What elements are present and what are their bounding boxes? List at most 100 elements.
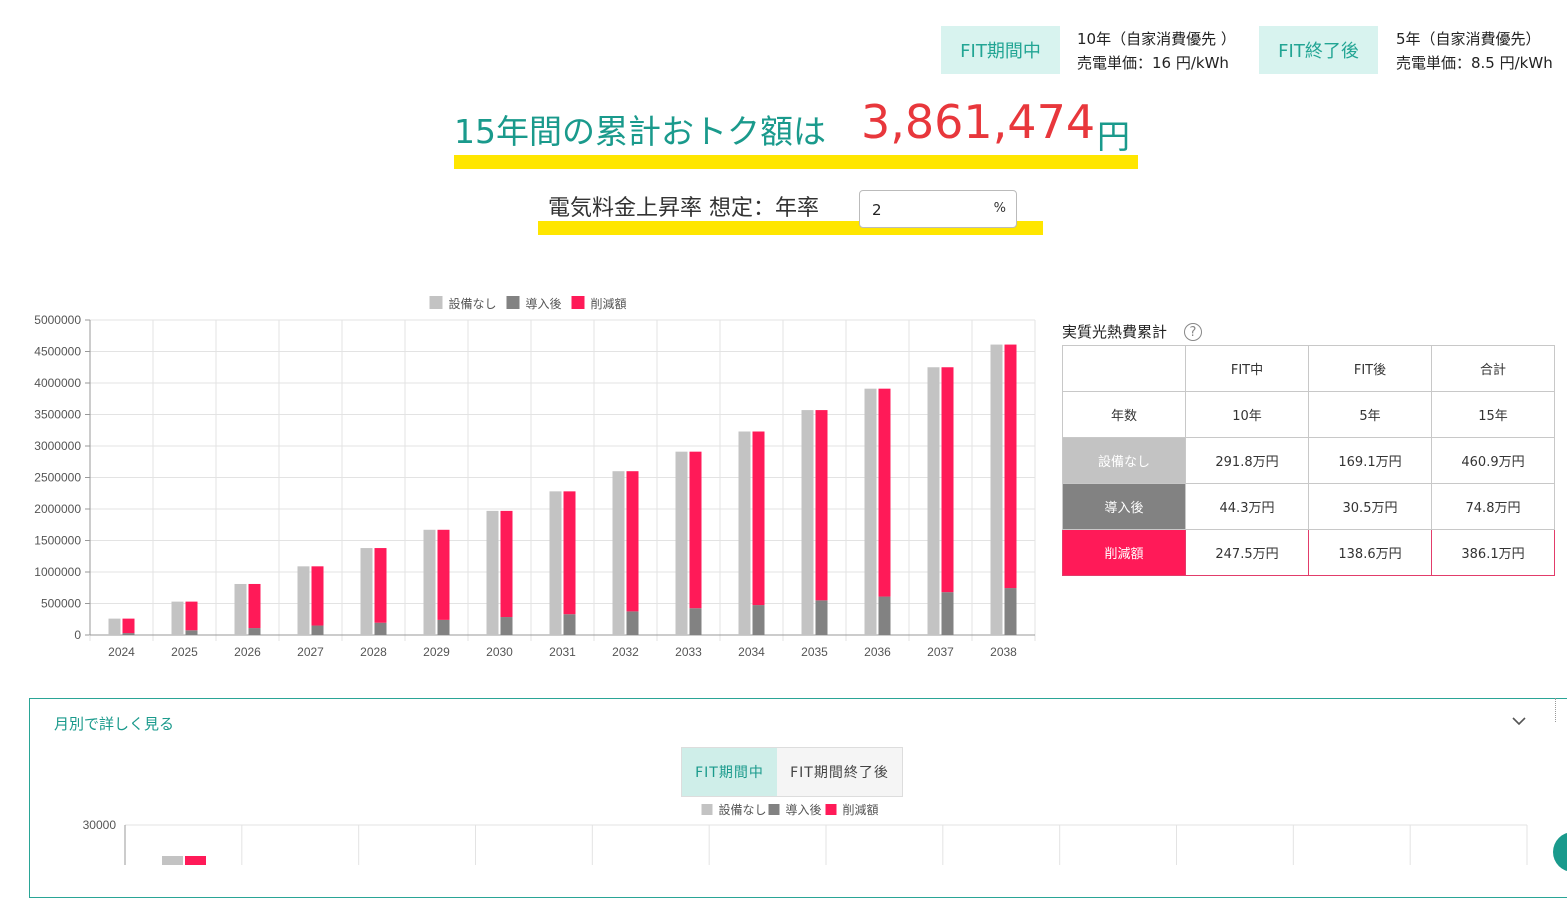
legend-label: 削減額: [591, 296, 627, 311]
y-tick-label: 30000: [83, 818, 117, 832]
legend-swatch: [768, 804, 780, 815]
savings-headline: 15年間の累計おトク額は 3,861,474 円: [454, 95, 1138, 169]
x-tick-label: 2024: [108, 645, 135, 659]
x-tick-label: 2027: [297, 645, 324, 659]
table-cell: 合計: [1431, 345, 1555, 392]
bar-after: [752, 605, 765, 635]
tab-fit-during[interactable]: FIT期間中: [682, 748, 777, 796]
bar-after: [1004, 588, 1017, 635]
cumulative-cost-chart: 設備なし 導入後 削減額500000045000004000000350000030…: [34, 296, 1036, 659]
table-cell: 15年: [1431, 391, 1555, 438]
row-label-saving: 削減額: [1062, 529, 1186, 576]
fit-after-badge: FIT終了後: [1259, 26, 1378, 74]
row-label-none: 設備なし: [1062, 437, 1186, 484]
bar-after: [815, 600, 828, 635]
bar-none: [864, 388, 877, 635]
legend-swatch: [701, 804, 713, 815]
fit-after-info: 5年（自家消費優先） 売電単価：8.5 円/kWh: [1396, 27, 1553, 75]
rate-label: 電気料金上昇率 想定：年率: [548, 196, 819, 221]
savings-unit: 円: [1097, 117, 1130, 156]
legend-label: 設備なし: [449, 296, 497, 311]
bar-after: [500, 617, 513, 635]
table-cell: FIT中: [1185, 345, 1309, 392]
headline-label: 15年間の累計おトク額は: [454, 112, 826, 151]
bar-after: [563, 614, 576, 635]
bar-none: [549, 491, 562, 635]
resize-handle[interactable]: [1555, 698, 1567, 722]
headline-highlight: [454, 155, 1138, 169]
bar-saving: [1004, 344, 1017, 589]
bar-none: [423, 529, 436, 635]
x-tick-label: 2038: [990, 645, 1017, 659]
bar-saving: [752, 431, 765, 606]
tab-fit-after[interactable]: FIT期間終了後: [777, 748, 902, 796]
chevron-down-icon[interactable]: [1512, 711, 1526, 730]
bar-after: [626, 611, 639, 635]
table-cell: 291.8万円: [1185, 437, 1309, 484]
table-cell: 10年: [1185, 391, 1309, 438]
x-tick-label: 2029: [423, 645, 450, 659]
bar-after: [122, 633, 135, 635]
question-circle-icon[interactable]: ?: [1184, 323, 1202, 341]
bar-saving: [185, 601, 198, 631]
bar-saving: [122, 618, 135, 634]
rate-unit: %: [993, 201, 1006, 216]
bar-none: [801, 410, 814, 635]
bar-none: [612, 471, 625, 635]
table-cell: 247.5万円: [1185, 529, 1309, 576]
fit-during-info: 10年（自家消費優先 ） 売電単価：16 円/kWh: [1077, 27, 1236, 75]
y-tick-label: 4500000: [34, 345, 81, 359]
bar-none: [108, 618, 121, 635]
bar-after: [248, 628, 261, 635]
y-tick-label: 2000000: [34, 502, 81, 516]
bar-saving: [374, 548, 387, 623]
table-cell: 169.1万円: [1308, 437, 1432, 484]
y-tick-label: 2500000: [34, 471, 81, 485]
x-tick-label: 2026: [234, 645, 261, 659]
bar-saving: [311, 566, 324, 626]
x-tick-label: 2033: [675, 645, 702, 659]
x-tick-label: 2025: [171, 645, 198, 659]
bar-saving: [563, 491, 576, 615]
monthly-title[interactable]: 月別で詳しく見る: [54, 713, 174, 734]
bar-saving: [500, 510, 513, 618]
x-tick-label: 2036: [864, 645, 891, 659]
table-cell: 5年: [1308, 391, 1432, 438]
rate-value[interactable]: 2: [872, 201, 882, 219]
table-cell: 386.1万円: [1431, 529, 1555, 576]
bar-none: [234, 583, 247, 635]
bar-none: [990, 344, 1003, 635]
x-tick-label: 2037: [927, 645, 954, 659]
table-row: 年数 10年 5年 15年: [1062, 391, 1555, 438]
bar-saving: [941, 367, 954, 593]
y-tick-label: 500000: [41, 597, 81, 611]
bar-saving: [878, 388, 891, 597]
x-tick-label: 2034: [738, 645, 765, 659]
x-tick-label: 2035: [801, 645, 828, 659]
rate-input[interactable]: 2 %: [859, 190, 1017, 228]
monthly-tabs: FIT期間中 FIT期間終了後: [681, 747, 903, 797]
table-cell: 年数: [1062, 391, 1186, 438]
bar-saving: [815, 410, 828, 601]
bar-saving: [248, 583, 261, 629]
bar-after: [689, 608, 702, 635]
fit-during-price: 売電単価：16 円/kWh: [1077, 54, 1229, 72]
legend-swatch: [429, 296, 443, 309]
x-tick-label: 2028: [360, 645, 387, 659]
bar-after: [437, 619, 450, 635]
fit-during-years: 10年（自家消費優先 ）: [1077, 30, 1236, 48]
legend-swatch: [506, 296, 520, 309]
y-tick-label: 4000000: [34, 376, 81, 390]
bar-none: [675, 451, 688, 635]
y-tick-label: 3500000: [34, 408, 81, 422]
legend-label: 削減額: [843, 802, 879, 817]
x-tick-label: 2031: [549, 645, 576, 659]
y-tick-label: 5000000: [34, 313, 81, 327]
bar-saving: [185, 856, 206, 865]
table-row: 導入後 44.3万円 30.5万円 74.8万円: [1062, 483, 1555, 530]
bar-none: [297, 566, 310, 635]
y-tick-label: 3000000: [34, 439, 81, 453]
table-cell: 44.3万円: [1185, 483, 1309, 530]
bar-saving: [437, 529, 450, 620]
bar-after: [374, 622, 387, 635]
